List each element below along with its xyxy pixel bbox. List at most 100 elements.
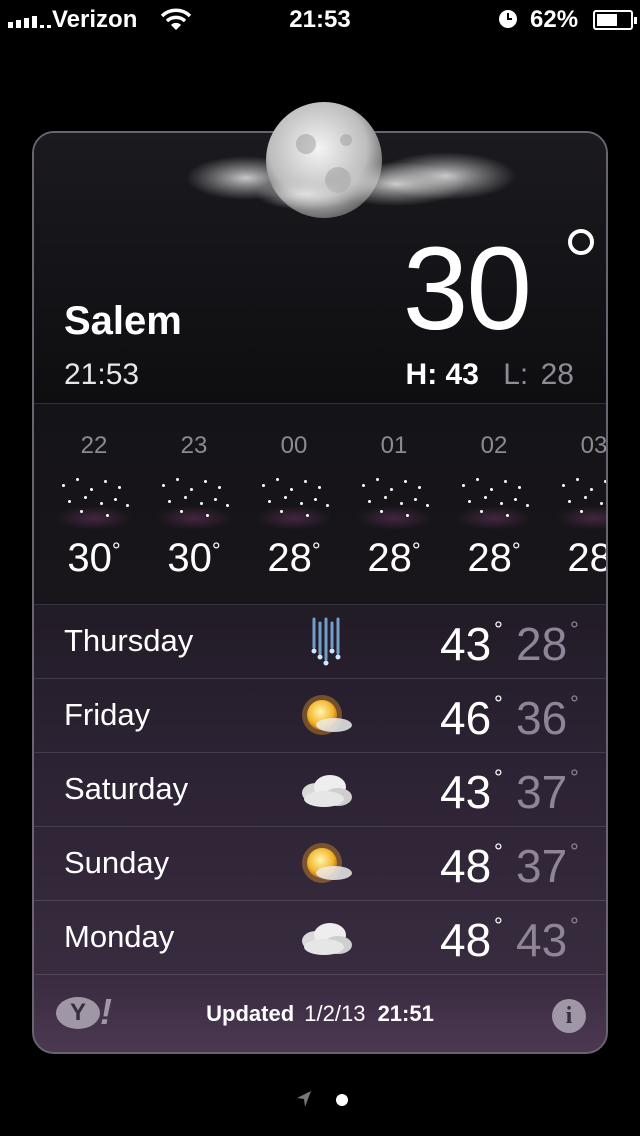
degree-symbol: °	[494, 839, 503, 864]
updated-time: 21:51	[377, 1001, 434, 1026]
day-high-value: 48	[440, 840, 492, 892]
degree-symbol: °	[570, 839, 579, 864]
hour-temperature: 30°	[44, 536, 144, 581]
clear-night-stars-icon	[56, 474, 132, 530]
day-low: 37 °	[516, 839, 579, 893]
daily-row: Friday 46 ° 36 °	[34, 679, 606, 753]
daily-row: Monday 48 ° 43 °	[34, 901, 606, 975]
rain-icon	[294, 613, 356, 671]
degree-symbol: °	[411, 538, 421, 563]
hour-label: 23	[180, 432, 208, 459]
card-footer: Y ! Updated 1/2/13 21:51 i	[34, 977, 606, 1052]
day-low-value: 28	[516, 618, 568, 670]
updated-date: 1/2/13	[304, 1001, 366, 1026]
degree-symbol: °	[211, 538, 221, 563]
page-dot-active[interactable]	[336, 1094, 348, 1106]
clear-night-stars-icon	[156, 474, 232, 530]
info-icon[interactable]: i	[552, 999, 586, 1033]
hour-column: 03 28°	[544, 404, 606, 604]
day-low: 37 °	[516, 765, 579, 819]
degree-symbol: °	[511, 538, 521, 563]
hour-column: 02 28°	[444, 404, 544, 604]
clear-night-stars-icon	[356, 474, 432, 530]
day-low: 36 °	[516, 691, 579, 745]
day-low: 43 °	[516, 913, 579, 967]
day-high-value: 48	[440, 914, 492, 966]
hour-temperature: 28°	[344, 536, 444, 581]
degree-symbol: °	[570, 913, 579, 938]
daily-row: Thursday 43 ° 28 °	[34, 605, 606, 679]
alarm-icon	[499, 10, 517, 28]
high-temperature: 43	[445, 358, 479, 391]
hour-temperature-value: 30	[67, 536, 112, 580]
hour-temperature-value: 28	[267, 536, 312, 580]
hour-label: 01	[380, 432, 408, 459]
location-arrow-icon[interactable]	[296, 1090, 312, 1108]
degree-symbol: °	[570, 765, 579, 790]
daily-row: Sunday 48 ° 37 °	[34, 827, 606, 901]
hour-temperature-value: 28	[567, 536, 606, 580]
day-high: 48 °	[440, 839, 503, 893]
battery-icon	[593, 10, 637, 30]
updated-timestamp: Updated 1/2/13 21:51	[34, 1001, 606, 1027]
page-control[interactable]	[0, 1090, 640, 1110]
degree-symbol: °	[494, 617, 503, 642]
day-name: Saturday	[64, 771, 189, 806]
hour-temperature: 28°	[544, 536, 606, 581]
daily-row: Saturday 43 ° 37 °	[34, 753, 606, 827]
day-high: 43 °	[440, 617, 503, 671]
city-name: Salem	[64, 299, 182, 343]
battery-percent: 62%	[530, 6, 579, 33]
high-label: H:	[405, 358, 438, 391]
hour-column: 01 28°	[344, 404, 444, 604]
daily-forecast: Thursday 43 ° 28 ° Friday 46 ° 36 ° Saturday 43 ° 37 °…	[34, 605, 606, 975]
hourly-forecast[interactable]: 2230°2330°0028°0128°0228°0328°	[34, 403, 606, 605]
day-high: 46 °	[440, 691, 503, 745]
day-low: 28 °	[516, 617, 579, 671]
hour-temperature: 28°	[244, 536, 344, 581]
sun-cloud-icon	[294, 687, 356, 745]
low-label: L:	[503, 358, 529, 391]
day-low-value: 43	[516, 914, 568, 966]
hour-label: 02	[480, 432, 508, 459]
high-low: H: 43 L: 28	[406, 358, 574, 392]
degree-symbol: °	[311, 538, 321, 563]
clear-night-stars-icon	[556, 474, 606, 530]
degree-symbol: °	[570, 617, 579, 642]
degree-symbol: °	[494, 691, 503, 716]
degree-symbol: °	[570, 691, 579, 716]
day-high-value: 43	[440, 766, 492, 818]
status-bar: Verizon 21:53 62%	[0, 0, 640, 40]
day-low-value: 37	[516, 840, 568, 892]
low-temperature: 28	[540, 358, 574, 391]
hour-label: 22	[80, 432, 108, 459]
day-name: Sunday	[64, 845, 170, 880]
weather-card[interactable]: Salem 21:53 30 H: 43 L: 28 22 30° 23 30° 00 2…	[32, 131, 608, 1054]
hour-column: 23 30°	[144, 404, 244, 604]
cloud-icon	[294, 761, 356, 819]
clear-night-stars-icon	[456, 474, 532, 530]
hour-temperature-value: 28	[467, 536, 512, 580]
sun-cloud-icon	[294, 835, 356, 893]
hour-label: 03	[580, 432, 606, 459]
hour-temperature-value: 28	[367, 536, 412, 580]
day-name: Friday	[64, 697, 151, 732]
hour-temperature: 30°	[144, 536, 244, 581]
degree-symbol: °	[111, 538, 121, 563]
degree-symbol	[568, 229, 594, 255]
hour-column: 00 28°	[244, 404, 344, 604]
day-low-value: 37	[516, 766, 568, 818]
hour-label: 00	[280, 432, 308, 459]
hour-column: 22 30°	[44, 404, 144, 604]
day-low-value: 36	[516, 692, 568, 744]
day-high: 43 °	[440, 765, 503, 819]
cloud-icon	[294, 909, 356, 967]
hour-temperature-value: 30	[167, 536, 212, 580]
current-temperature: 30	[402, 223, 532, 355]
clear-night-stars-icon	[256, 474, 332, 530]
updated-label: Updated	[206, 1001, 295, 1026]
day-name: Thursday	[64, 623, 194, 658]
day-name: Monday	[64, 919, 175, 954]
degree-symbol: °	[494, 765, 503, 790]
battery-level	[597, 14, 617, 26]
